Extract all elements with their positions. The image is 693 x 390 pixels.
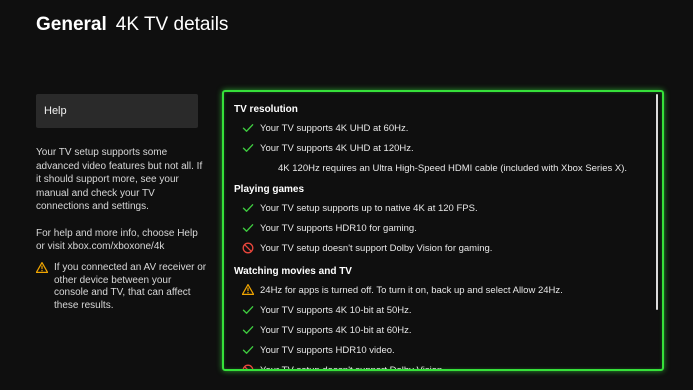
check-icon: [242, 142, 254, 154]
detail-text: Your TV setup doesn't support Dolby Visi…: [260, 242, 493, 254]
details-list: TV resolution Your TV supports 4K UHD at …: [234, 104, 650, 371]
warning-icon: [35, 262, 49, 312]
group-title: Watching movies and TV: [234, 266, 352, 277]
detail-text: Your TV setup doesn't support Dolby Visi…: [260, 364, 445, 371]
receiver-warning-note: If you connected an AV receiver or other…: [35, 262, 208, 312]
blocked-icon: [242, 364, 254, 369]
detail-text: 24Hz for apps is turned off. To turn it …: [260, 284, 563, 296]
detail-text: Your TV setup supports up to native 4K a…: [260, 202, 478, 214]
detail-row: 4K 120Hz requires an Ultra High-Speed HD…: [234, 158, 650, 178]
detail-row: Your TV setup doesn't support Dolby Visi…: [234, 360, 650, 371]
page-header: General 4K TV details: [36, 14, 228, 36]
check-icon: [242, 222, 254, 234]
receiver-warning-text: If you connected an AV receiver or other…: [54, 262, 207, 311]
detail-row: Your TV supports HDR10 video.: [234, 340, 650, 360]
detail-row: Your TV supports 4K 10-bit at 60Hz.: [234, 320, 650, 340]
detail-text: Your TV supports 4K 10-bit at 50Hz.: [260, 304, 412, 316]
help-paragraph-1: Your TV setup supports some advanced vid…: [36, 147, 203, 212]
detail-text: Your TV supports HDR10 for gaming.: [260, 222, 417, 234]
check-icon: [242, 344, 254, 356]
section-title: General: [36, 14, 107, 35]
check-icon: [242, 324, 254, 336]
group-title: Playing games: [234, 184, 305, 195]
help-button[interactable]: Help: [36, 94, 198, 128]
detail-row: Your TV supports 4K UHD at 60Hz.: [234, 118, 650, 138]
detail-row: Your TV setup supports up to native 4K a…: [234, 198, 650, 218]
detail-row: Your TV setup doesn't support Dolby Visi…: [234, 238, 650, 258]
detail-text: 4K 120Hz requires an Ultra High-Speed HD…: [278, 162, 628, 174]
detail-row: Your TV supports HDR10 for gaming.: [234, 218, 650, 238]
group-title: TV resolution: [234, 104, 298, 115]
check-icon: [242, 202, 254, 214]
tv-details-panel[interactable]: TV resolution Your TV supports 4K UHD at …: [222, 90, 664, 371]
detail-text: Your TV supports 4K UHD at 120Hz.: [260, 142, 414, 154]
detail-row: Your TV supports 4K UHD at 120Hz.: [234, 138, 650, 158]
page-title: 4K TV details: [115, 14, 229, 35]
help-description: Your TV setup supports some advanced vid…: [36, 146, 208, 267]
detail-text: Your TV supports 4K 10-bit at 60Hz.: [260, 324, 412, 336]
warning-icon: [241, 284, 255, 296]
blocked-icon: [242, 242, 254, 254]
detail-row: Your TV supports 4K 10-bit at 50Hz.: [234, 300, 650, 320]
detail-text: Your TV supports 4K UHD at 60Hz.: [260, 122, 409, 134]
detail-text: Your TV supports HDR10 video.: [260, 344, 395, 356]
detail-row: 24Hz for apps is turned off. To turn it …: [234, 280, 650, 300]
check-icon: [242, 122, 254, 134]
help-paragraph-2: For help and more info, choose Help or v…: [36, 227, 198, 253]
check-icon: [242, 304, 254, 316]
scrollbar[interactable]: [656, 94, 658, 310]
